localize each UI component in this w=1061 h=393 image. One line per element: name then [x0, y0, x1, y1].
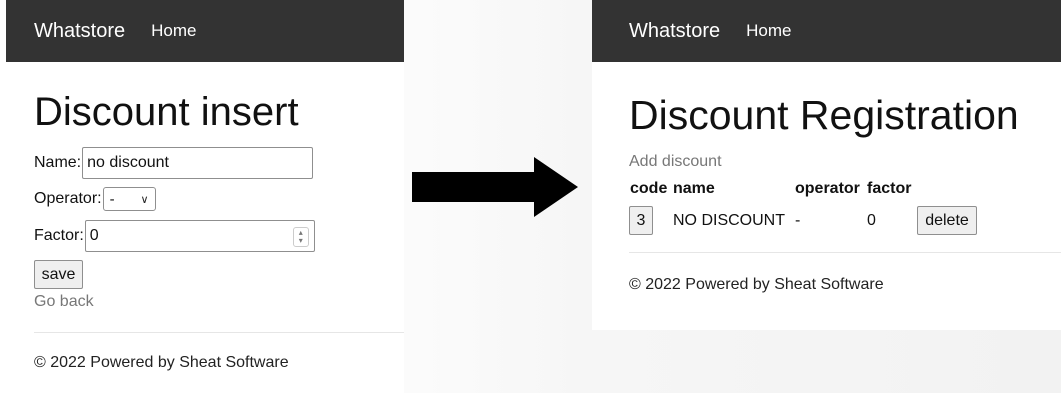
operator-row: Operator: - ∨: [34, 187, 156, 211]
factor-input-wrapper: ▴▾: [84, 220, 315, 252]
main-content: Discount insert Name: Operator: - ∨ Fact…: [6, 62, 404, 393]
column-header-factor: factor: [867, 180, 912, 197]
main-content: Discount Registration Add discount code …: [592, 62, 1061, 330]
nav-home-link[interactable]: Home: [151, 21, 196, 41]
navbar-brand[interactable]: Whatstore: [34, 20, 125, 43]
column-header-name: name: [673, 180, 715, 197]
code-button[interactable]: 3: [629, 206, 653, 235]
name-input[interactable]: [82, 147, 314, 179]
navbar: Whatstore Home: [592, 0, 1061, 62]
factor-input[interactable]: [84, 220, 315, 252]
footer-divider: [629, 252, 1061, 253]
spinner-icon[interactable]: ▴ ▾: [292, 227, 309, 247]
discount-registration-screen: Whatstore Home Discount Registration Add…: [592, 0, 1061, 330]
column-header-code: code: [630, 180, 668, 197]
operator-selected-value: -: [109, 190, 115, 208]
page-title: Discount Registration: [629, 92, 1019, 138]
save-button[interactable]: save: [34, 260, 83, 289]
navbar: Whatstore Home: [6, 0, 404, 62]
factor-cell: 0: [867, 212, 876, 229]
footer-divider: [34, 332, 404, 333]
page-title: Discount insert: [34, 90, 299, 134]
operator-label: Operator:: [34, 190, 102, 207]
name-label: Name:: [34, 154, 82, 171]
footer-copyright: © 2022 Powered by Sheat Software: [629, 276, 884, 293]
name-row: Name:: [34, 147, 314, 179]
right-arrow-icon: [412, 157, 578, 222]
operator-cell: -: [795, 212, 801, 229]
nav-home-link[interactable]: Home: [746, 21, 791, 41]
name-cell: NO DISCOUNT: [673, 212, 785, 229]
navbar-brand[interactable]: Whatstore: [629, 20, 720, 43]
delete-button[interactable]: delete: [917, 206, 977, 235]
footer-copyright: © 2022 Powered by Sheat Software: [34, 354, 289, 371]
go-back-link[interactable]: Go back: [34, 293, 94, 311]
discount-insert-screen: Whatstore Home Discount insert Name: Ope…: [6, 0, 404, 393]
factor-label: Factor:: [34, 227, 84, 244]
column-header-operator: operator: [795, 180, 860, 197]
add-discount-link[interactable]: Add discount: [629, 153, 722, 171]
factor-row: Factor: ▴▾: [34, 220, 315, 252]
operator-select[interactable]: - ∨: [102, 187, 156, 211]
chevron-down-icon: ∨: [140, 193, 149, 206]
